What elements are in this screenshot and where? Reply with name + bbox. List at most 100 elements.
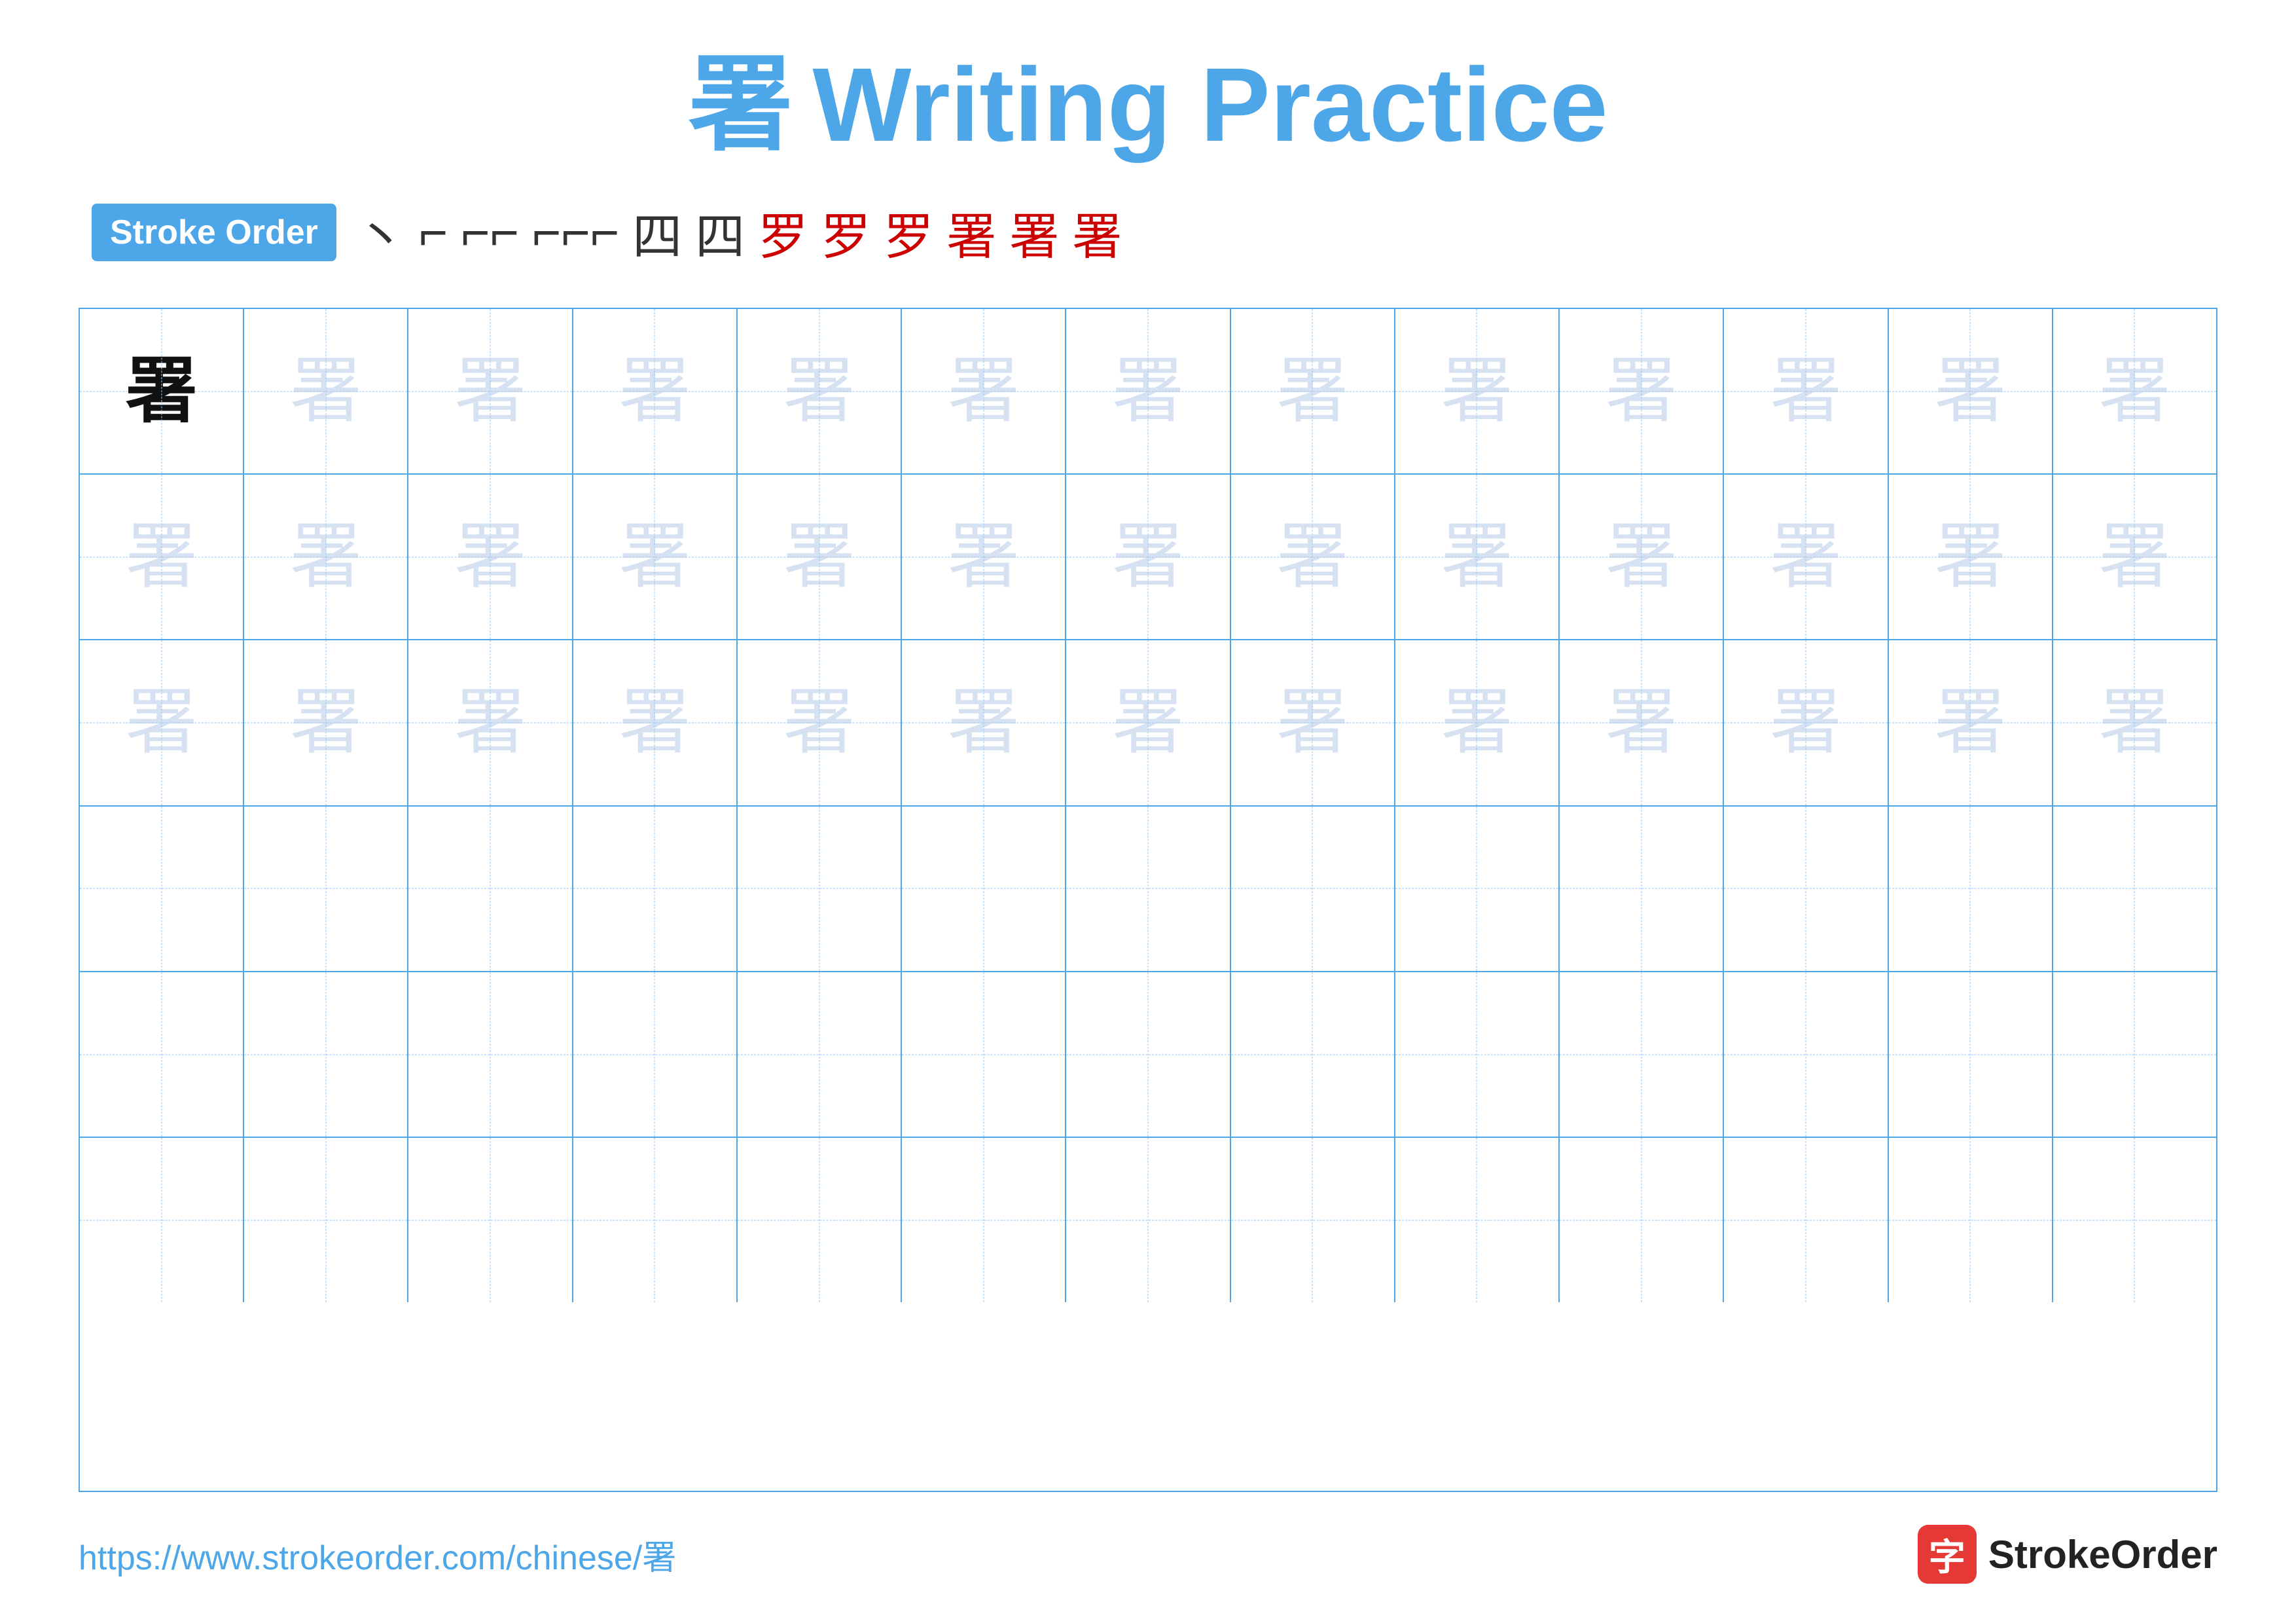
grid-cell-1-12[interactable]: 署: [1889, 309, 2053, 473]
grid-cell-6-12[interactable]: [1889, 1138, 2053, 1302]
grid-cell-4-8[interactable]: [1231, 807, 1395, 971]
grid-cell-2-6[interactable]: 署: [902, 475, 1066, 639]
grid-cell-5-8[interactable]: [1231, 972, 1395, 1137]
cell-char: 署: [454, 356, 526, 428]
grid-cell-1-1[interactable]: 署: [80, 309, 244, 473]
grid-cell-2-1[interactable]: 署: [80, 475, 244, 639]
grid-cell-5-1[interactable]: [80, 972, 244, 1137]
grid-cell-6-1[interactable]: [80, 1138, 244, 1302]
grid-cell-1-7[interactable]: 署: [1066, 309, 1230, 473]
grid-cell-4-2[interactable]: [244, 807, 408, 971]
grid-cell-1-8[interactable]: 署: [1231, 309, 1395, 473]
stroke-step-12: 署: [1072, 196, 1122, 268]
grid-cell-3-3[interactable]: 署: [408, 640, 573, 805]
cell-char: 署: [454, 521, 526, 593]
grid-cell-1-4[interactable]: 署: [573, 309, 738, 473]
grid-cell-4-11[interactable]: [1724, 807, 1888, 971]
grid-cell-2-8[interactable]: 署: [1231, 475, 1395, 639]
grid-cell-3-9[interactable]: 署: [1395, 640, 1560, 805]
grid-cell-3-13[interactable]: 署: [2053, 640, 2216, 805]
grid-cell-4-6[interactable]: [902, 807, 1066, 971]
grid-cell-6-2[interactable]: [244, 1138, 408, 1302]
grid-cell-6-11[interactable]: [1724, 1138, 1888, 1302]
grid-cell-4-7[interactable]: [1066, 807, 1230, 971]
cell-char: 署: [454, 687, 526, 759]
stroke-step-6: 四: [695, 196, 745, 268]
grid-cell-2-12[interactable]: 署: [1889, 475, 2053, 639]
grid-cell-4-5[interactable]: [738, 807, 902, 971]
grid-cell-6-13[interactable]: [2053, 1138, 2216, 1302]
title-area: 署 Writing Practice: [688, 52, 1607, 157]
grid-cell-3-7[interactable]: 署: [1066, 640, 1230, 805]
grid-cell-3-8[interactable]: 署: [1231, 640, 1395, 805]
grid-cell-1-5[interactable]: 署: [738, 309, 902, 473]
grid-cell-6-4[interactable]: [573, 1138, 738, 1302]
cell-char: 署: [948, 356, 1020, 428]
grid-cell-5-9[interactable]: [1395, 972, 1560, 1137]
brand-icon: 字: [1918, 1525, 1977, 1584]
grid-cell-2-5[interactable]: 署: [738, 475, 902, 639]
grid-cell-3-2[interactable]: 署: [244, 640, 408, 805]
grid-cell-2-7[interactable]: 署: [1066, 475, 1230, 639]
grid-cell-5-6[interactable]: [902, 972, 1066, 1137]
grid-cell-2-11[interactable]: 署: [1724, 475, 1888, 639]
grid-cell-4-10[interactable]: [1560, 807, 1724, 971]
grid-cell-1-13[interactable]: 署: [2053, 309, 2216, 473]
grid-cell-3-1[interactable]: 署: [80, 640, 244, 805]
grid-cell-6-10[interactable]: [1560, 1138, 1724, 1302]
cell-char: 署: [1276, 687, 1348, 759]
grid-cell-4-4[interactable]: [573, 807, 738, 971]
grid-row-5: [80, 972, 2216, 1138]
grid-cell-4-13[interactable]: [2053, 807, 2216, 971]
grid-cell-2-13[interactable]: 署: [2053, 475, 2216, 639]
grid-cell-6-7[interactable]: [1066, 1138, 1230, 1302]
grid-cell-1-6[interactable]: 署: [902, 309, 1066, 473]
cell-char: 署: [783, 356, 855, 428]
grid-cell-1-2[interactable]: 署: [244, 309, 408, 473]
grid-cell-2-10[interactable]: 署: [1560, 475, 1724, 639]
title-text: Writing Practice: [812, 52, 1607, 157]
grid-cell-6-6[interactable]: [902, 1138, 1066, 1302]
grid-cell-3-4[interactable]: 署: [573, 640, 738, 805]
grid-cell-3-11[interactable]: 署: [1724, 640, 1888, 805]
grid-cell-3-12[interactable]: 署: [1889, 640, 2053, 805]
grid-cell-5-2[interactable]: [244, 972, 408, 1137]
grid-cell-5-5[interactable]: [738, 972, 902, 1137]
grid-cell-4-12[interactable]: [1889, 807, 2053, 971]
cell-char: 署: [783, 521, 855, 593]
grid-cell-6-8[interactable]: [1231, 1138, 1395, 1302]
grid-cell-4-1[interactable]: [80, 807, 244, 971]
grid-cell-1-11[interactable]: 署: [1724, 309, 1888, 473]
stroke-step-5: 四: [632, 196, 682, 268]
grid-cell-6-9[interactable]: [1395, 1138, 1560, 1302]
grid-cell-5-11[interactable]: [1724, 972, 1888, 1137]
stroke-step-3: ⌐⌐: [461, 204, 519, 261]
cell-char: 署: [1770, 356, 1842, 428]
cell-char: 署: [126, 521, 198, 593]
cell-char-dark: 署: [126, 356, 198, 428]
grid-cell-5-10[interactable]: [1560, 972, 1724, 1137]
grid-cell-5-12[interactable]: [1889, 972, 2053, 1137]
grid-cell-1-10[interactable]: 署: [1560, 309, 1724, 473]
grid-cell-5-13[interactable]: [2053, 972, 2216, 1137]
grid-cell-5-3[interactable]: [408, 972, 573, 1137]
title-character: 署: [688, 52, 793, 157]
grid-cell-3-5[interactable]: 署: [738, 640, 902, 805]
grid-cell-2-2[interactable]: 署: [244, 475, 408, 639]
grid-cell-2-4[interactable]: 署: [573, 475, 738, 639]
grid-cell-5-7[interactable]: [1066, 972, 1230, 1137]
cell-char: 署: [1934, 521, 2006, 593]
grid-cell-2-9[interactable]: 署: [1395, 475, 1560, 639]
grid-cell-1-9[interactable]: 署: [1395, 309, 1560, 473]
grid-cell-1-3[interactable]: 署: [408, 309, 573, 473]
grid-cell-6-5[interactable]: [738, 1138, 902, 1302]
grid-cell-4-9[interactable]: [1395, 807, 1560, 971]
grid-cell-3-10[interactable]: 署: [1560, 640, 1724, 805]
grid-cell-6-3[interactable]: [408, 1138, 573, 1302]
grid-cell-3-6[interactable]: 署: [902, 640, 1066, 805]
grid-row-1: 署 署 署 署 署 署 署 署 署 署 署 署 署: [80, 309, 2216, 475]
grid-cell-4-3[interactable]: [408, 807, 573, 971]
grid-cell-5-4[interactable]: [573, 972, 738, 1137]
footer-url[interactable]: https://www.strokeorder.com/chinese/署: [79, 1530, 676, 1579]
grid-cell-2-3[interactable]: 署: [408, 475, 573, 639]
